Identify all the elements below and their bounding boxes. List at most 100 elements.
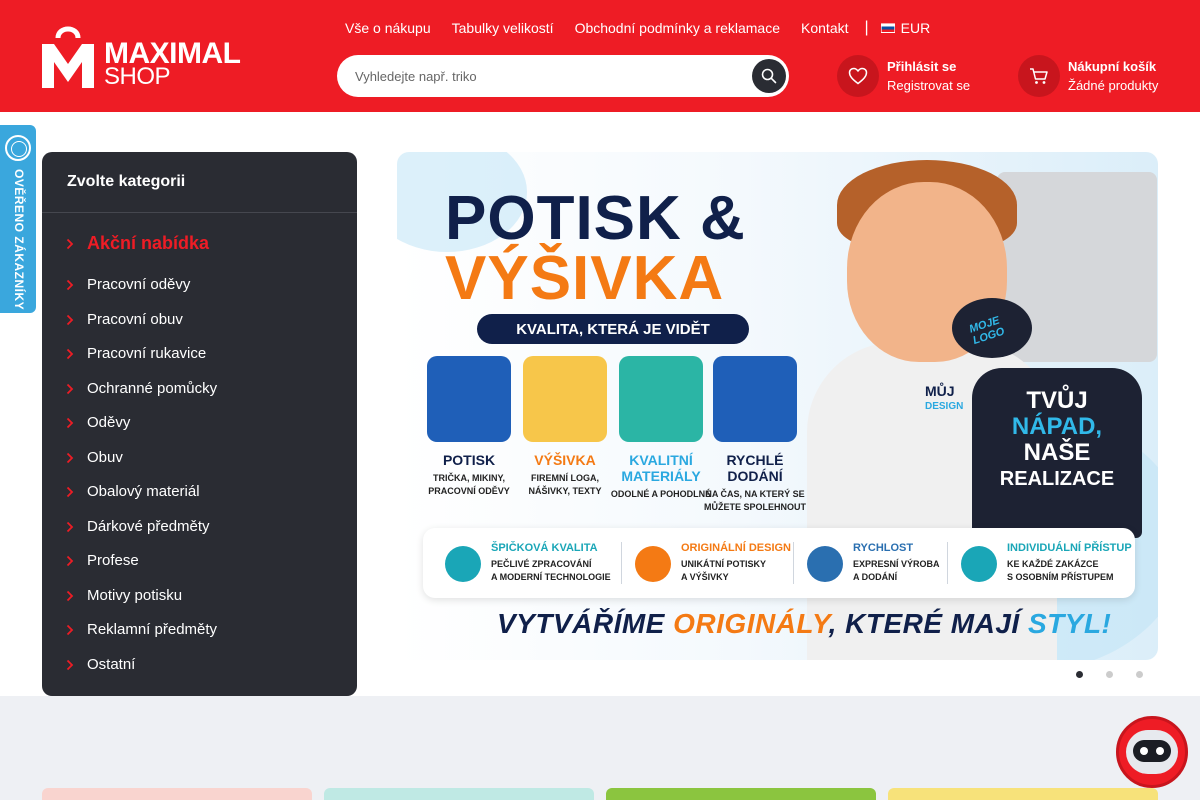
slider-dot[interactable] bbox=[1076, 671, 1083, 678]
category-item[interactable]: Pracovní oděvy bbox=[66, 276, 190, 293]
slogan-part: , KTERÉ MAJÍ bbox=[828, 608, 1028, 639]
feature-sub-line: EXPRESNÍ VÝROBA bbox=[853, 559, 940, 569]
feature-title: ŠPIČKOVÁ KVALITA bbox=[491, 542, 598, 554]
account-circle bbox=[837, 55, 879, 97]
category-label: Oděvy bbox=[87, 414, 131, 431]
logo-shirt: MOJE LOGO bbox=[952, 298, 1032, 358]
feature-sub-line: A VÝŠIVKY bbox=[681, 572, 729, 582]
category-label: Pracovní rukavice bbox=[87, 345, 207, 362]
my-design-text: MŮJ DESIGN bbox=[925, 384, 963, 414]
nav-separator: | bbox=[864, 19, 869, 36]
top-nav: Vše o nákupu Tabulky velikostí Obchodní … bbox=[345, 18, 930, 38]
category-item[interactable]: Dárkové předměty bbox=[66, 518, 210, 535]
category-label: Ostatní bbox=[87, 656, 136, 673]
chevron-right-icon bbox=[66, 486, 80, 498]
slogan-part: VYTVÁŘÍME bbox=[497, 608, 674, 639]
cart-link[interactable]: Nákupní košík Žádné produkty bbox=[1018, 55, 1158, 97]
feature-sub-line: A MODERNÍ TECHNOLOGIE bbox=[491, 572, 611, 582]
tshirt-line2: NÁPAD, bbox=[1011, 413, 1103, 440]
service-tile-image bbox=[619, 356, 703, 442]
feature-icon bbox=[635, 546, 671, 582]
service-tile-sub: ODOLNÉ A POHODLNÉ bbox=[610, 489, 712, 499]
category-item[interactable]: Ostatní bbox=[66, 656, 135, 673]
category-item[interactable]: Ochranné pomůcky bbox=[66, 380, 217, 397]
chatbot-button[interactable] bbox=[1116, 716, 1188, 788]
banner-slogan: VYTVÁŘÍME ORIGINÁLY, KTERÉ MAJÍ STYL! bbox=[497, 608, 1111, 640]
logo[interactable]: MAXIMAL SHOP bbox=[42, 24, 241, 90]
category-card[interactable] bbox=[324, 788, 594, 800]
service-tile-sub: TRIČKA, MIKINY, PRACOVNÍ ODĚVY bbox=[428, 473, 510, 496]
nav-size-charts[interactable]: Tabulky velikostí bbox=[452, 20, 554, 36]
service-tile-label: RYCHLÉ DODÁNÍ bbox=[726, 452, 784, 484]
my-design-line1: MŮJ bbox=[925, 383, 955, 399]
account-link[interactable]: Přihlásit se Registrovat se bbox=[837, 55, 970, 97]
category-item[interactable]: Motivy potisku bbox=[66, 587, 182, 604]
search-icon bbox=[761, 68, 777, 84]
nav-contact[interactable]: Kontakt bbox=[801, 20, 848, 36]
category-label: Obalový materiál bbox=[87, 483, 200, 500]
currency-selector[interactable]: EUR bbox=[880, 20, 930, 36]
feature-title: INDIVIDUÁLNÍ PŘÍSTUP bbox=[1007, 542, 1132, 554]
search-input[interactable] bbox=[355, 66, 735, 86]
category-divider bbox=[42, 212, 357, 213]
category-label: Dárkové předměty bbox=[87, 518, 210, 535]
service-tile-sub: FIREMNÍ LOGA, NÁŠIVKY, TEXTY bbox=[528, 473, 602, 496]
slider-dot[interactable] bbox=[1106, 671, 1113, 678]
hero-banner[interactable]: MOJE LOGO MŮJ DESIGN TVŮJ NÁPAD, NAŠE RE… bbox=[397, 152, 1158, 660]
feature-sub-line: S OSOBNÍM PŘÍSTUPEM bbox=[1007, 572, 1114, 582]
category-label: Ochranné pomůcky bbox=[87, 380, 218, 397]
category-item[interactable]: Pracovní obuv bbox=[66, 311, 183, 328]
shopping-bag-logo-icon bbox=[42, 26, 94, 88]
feature-separator bbox=[793, 542, 794, 584]
chevron-right-icon bbox=[66, 452, 80, 464]
cart-status: Žádné produkty bbox=[1068, 78, 1159, 93]
slider-dots bbox=[1076, 671, 1166, 678]
service-tile-image bbox=[523, 356, 607, 442]
service-tile-sub: NA ČAS, NA KTERÝ SE MŮŽETE SPOLEHNOUT bbox=[703, 489, 806, 512]
category-label: Profese bbox=[87, 552, 139, 569]
chevron-right-icon bbox=[66, 659, 80, 671]
category-label: Pracovní oděvy bbox=[87, 276, 191, 293]
robot-icon bbox=[1126, 730, 1178, 774]
category-card[interactable] bbox=[42, 788, 312, 800]
search-bar bbox=[337, 55, 789, 97]
feature-separator bbox=[621, 542, 622, 584]
login-link[interactable]: Přihlásit se bbox=[887, 57, 970, 76]
logo-text-sub: SHOP bbox=[104, 63, 171, 90]
slider-dot[interactable] bbox=[1136, 671, 1143, 678]
category-item[interactable]: Obalový materiál bbox=[66, 483, 200, 500]
chevron-right-icon bbox=[66, 521, 80, 533]
chevron-right-icon bbox=[66, 555, 80, 567]
service-tile-image bbox=[713, 356, 797, 442]
verified-seal-icon bbox=[5, 135, 31, 161]
category-item[interactable]: Reklamní předměty bbox=[66, 621, 217, 638]
verified-by-customers-badge[interactable]: OVĚŘENO ZÁKAZNÍKY bbox=[0, 125, 36, 313]
nav-about-shopping[interactable]: Vše o nákupu bbox=[345, 20, 431, 36]
category-item[interactable]: Obuv bbox=[66, 449, 123, 466]
service-tile-image bbox=[427, 356, 511, 442]
register-link[interactable]: Registrovat se bbox=[887, 76, 970, 95]
cart-title: Nákupní košík bbox=[1068, 59, 1157, 74]
category-menu: Zvolte kategorii Akční nabídka Pracovní o… bbox=[42, 152, 357, 696]
category-item[interactable]: Profese bbox=[66, 552, 139, 569]
category-menu-title: Zvolte kategorii bbox=[67, 173, 186, 190]
category-card[interactable] bbox=[606, 788, 876, 800]
category-item[interactable]: Akční nabídka bbox=[66, 233, 209, 254]
search-button[interactable] bbox=[752, 59, 786, 93]
feature-sub: PEČLIVÉ ZPRACOVÁNÍ A MODERNÍ TECHNOLOGIE bbox=[491, 558, 611, 584]
category-card[interactable] bbox=[888, 788, 1158, 800]
nav-terms[interactable]: Obchodní podmínky a reklamace bbox=[575, 20, 780, 36]
bottom-section bbox=[0, 696, 1200, 800]
service-tile-label: KVALITNÍ MATERIÁLY bbox=[621, 452, 701, 484]
site-header: MAXIMAL SHOP Vše o nákupu Tabulky veliko… bbox=[0, 0, 1200, 112]
chevron-right-icon bbox=[66, 417, 80, 429]
category-label: Obuv bbox=[87, 449, 123, 466]
feature-sub-line: KE KAŽDÉ ZAKÁZCE bbox=[1007, 559, 1099, 569]
category-item[interactable]: Pracovní rukavice bbox=[66, 345, 206, 362]
category-item[interactable]: Oděvy bbox=[66, 414, 130, 431]
slogan-highlight: STYL! bbox=[1027, 608, 1112, 639]
tshirt-text: TVŮJ NÁPAD, NAŠE REALIZACE bbox=[972, 388, 1142, 492]
feature-sub-line: UNIKÁTNÍ POTISKY bbox=[681, 559, 767, 569]
banner-title-line1: POTISK & bbox=[445, 184, 746, 253]
feature-sub-line: PEČLIVÉ ZPRACOVÁNÍ bbox=[491, 559, 592, 569]
